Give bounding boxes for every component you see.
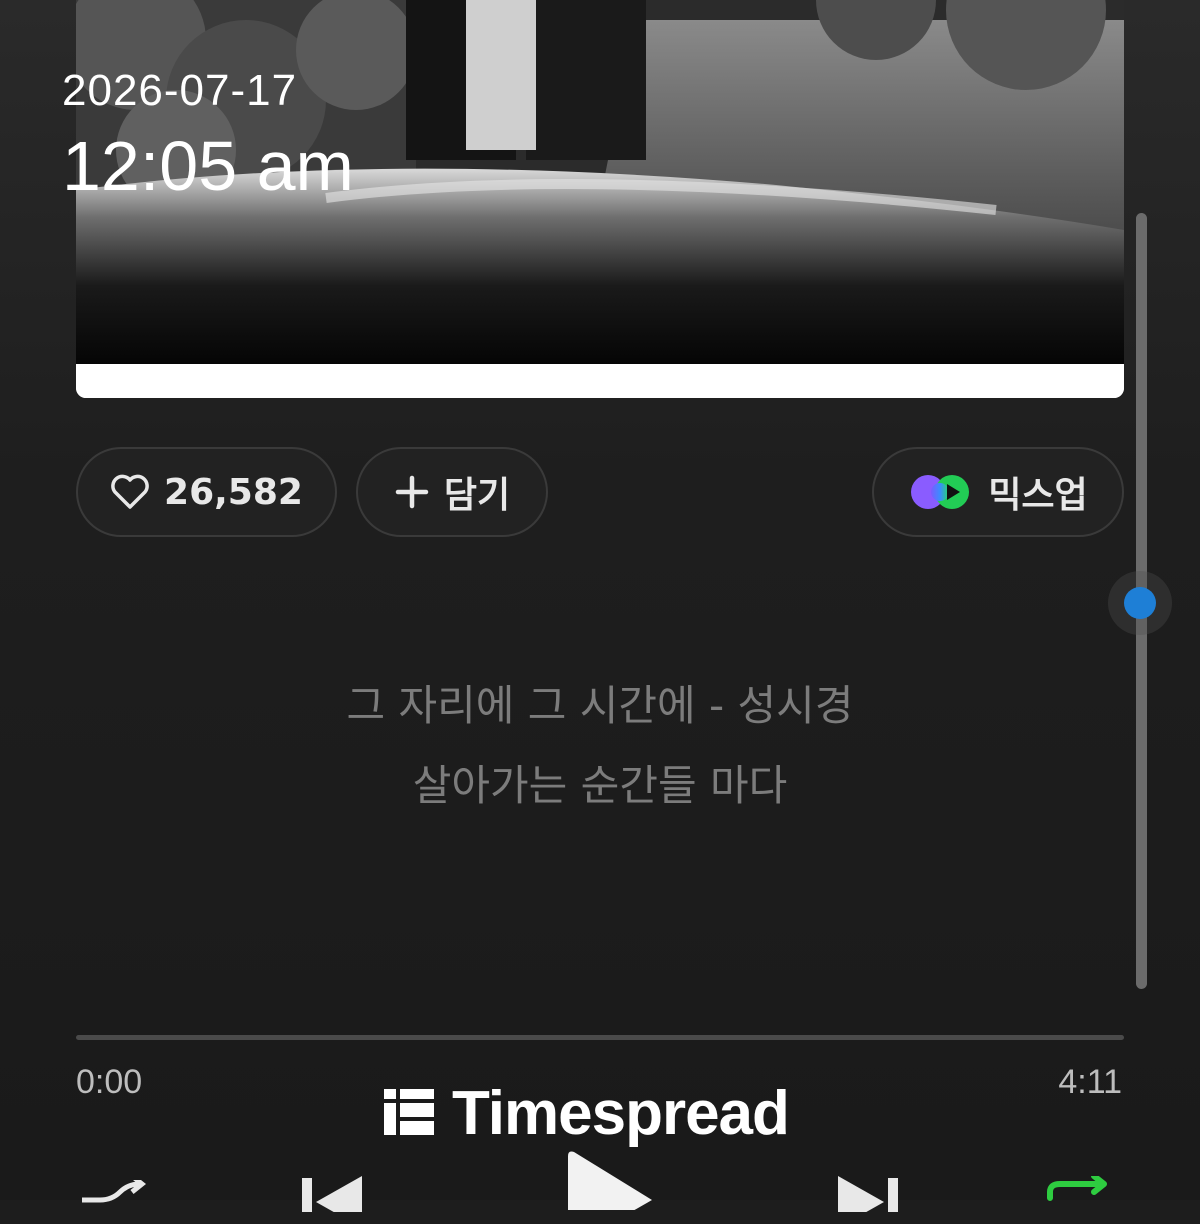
progress-bar[interactable] <box>76 1035 1124 1040</box>
add-to-playlist-button[interactable]: 담기 <box>356 447 548 537</box>
mixup-label: 믹스업 <box>988 475 1088 516</box>
like-count: 26,582 <box>164 471 303 513</box>
heart-icon <box>110 473 150 511</box>
current-time: 0:00 <box>76 1063 143 1101</box>
lyric-line-current[interactable]: 살아가는 순간들 마다 <box>0 752 1200 813</box>
add-label: 담기 <box>443 475 511 516</box>
scrollbar-handle[interactable] <box>1108 571 1172 635</box>
shuffle-button[interactable] <box>80 1174 154 1224</box>
play-button[interactable] <box>560 1150 660 1224</box>
timespread-logo-icon <box>384 1087 434 1141</box>
shuffle-icon <box>80 1174 154 1224</box>
previous-button[interactable] <box>300 1172 370 1224</box>
timespread-brand-text: Timespread <box>452 1079 790 1148</box>
like-button[interactable]: 26,582 <box>76 447 337 537</box>
scrollbar-handle-dot <box>1124 587 1156 619</box>
lyric-line-title[interactable]: 그 자리에 그 시간에 - 성시경 <box>0 672 1200 733</box>
mixup-button[interactable]: 믹스업 <box>872 447 1124 537</box>
repeat-icon <box>1046 1173 1116 1210</box>
repeat-button[interactable] <box>1046 1173 1116 1210</box>
timespread-watermark: Timespread <box>384 1078 790 1149</box>
mixup-icon <box>908 472 974 512</box>
total-time: 4:11 <box>1058 1063 1122 1101</box>
play-icon <box>560 1151 660 1224</box>
watermark-date: 2026-07-17 <box>62 66 298 115</box>
next-button[interactable] <box>832 1172 902 1224</box>
watermark-time: 12:05 am <box>62 127 354 205</box>
plus-icon <box>394 474 430 510</box>
